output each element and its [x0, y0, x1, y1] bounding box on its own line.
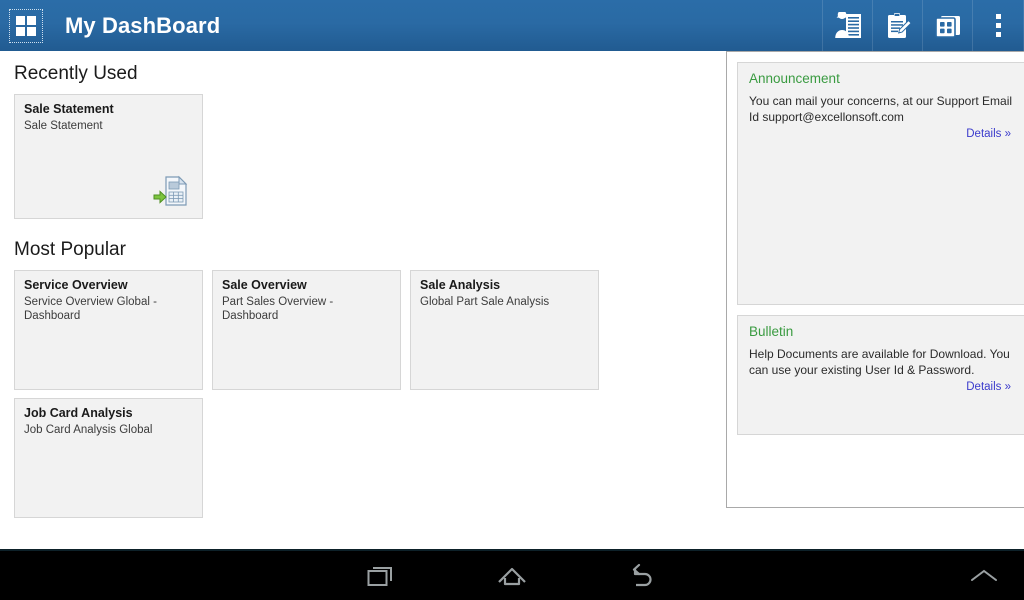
panel-title: Announcement	[749, 71, 840, 86]
main-column: Recently Used Sale Statement Sale Statem…	[0, 51, 726, 549]
most-popular-card[interactable]: Service Overview Service Overview Global…	[14, 270, 203, 390]
card-subtitle: Service Overview Global - Dashboard	[24, 296, 157, 322]
card-title: Sale Analysis	[420, 278, 501, 292]
most-popular-heading: Most Popular	[14, 239, 126, 260]
announcement-details-link[interactable]: Details »	[966, 128, 1011, 140]
overflow-menu-icon[interactable]	[972, 0, 1024, 51]
recently-used-card[interactable]: Sale Statement Sale Statement	[14, 94, 203, 219]
card-title: Sale Statement	[24, 102, 114, 116]
overflow-dots	[995, 14, 1001, 37]
recents-icon[interactable]	[332, 551, 432, 600]
app-header-left: My DashBoard	[0, 8, 822, 43]
card-title: Job Card Analysis	[24, 406, 133, 420]
most-popular-card[interactable]: Sale Analysis Global Part Sale Analysis	[410, 270, 599, 390]
announcement-panel: Announcement You can mail your concerns,…	[737, 62, 1024, 305]
apps-stack-icon[interactable]	[922, 0, 972, 51]
card-subtitle: Global Part Sale Analysis	[420, 296, 550, 308]
back-icon[interactable]	[592, 551, 692, 600]
app-header-actions	[822, 0, 1024, 51]
app-header-bar: My DashBoard	[0, 0, 1024, 51]
android-navigation-bar	[0, 549, 1024, 600]
bulletin-details-link[interactable]: Details »	[966, 381, 1011, 393]
dashboard-app: My DashBoard Recently Used Sale Statemen…	[0, 0, 1024, 600]
panel-body: Help Documents are available for Downloa…	[749, 347, 1010, 377]
most-popular-card[interactable]: Job Card Analysis Job Card Analysis Glob…	[14, 398, 203, 518]
card-title: Sale Overview	[222, 278, 307, 292]
recently-used-heading: Recently Used	[14, 63, 138, 84]
home-icon[interactable]	[462, 551, 562, 600]
sidebar-panel-container: Announcement You can mail your concerns,…	[726, 51, 1024, 508]
contact-card-icon[interactable]	[822, 0, 872, 51]
expand-chevron-icon[interactable]	[944, 551, 1024, 600]
bulletin-panel: Bulletin Help Documents are available fo…	[737, 315, 1024, 435]
card-title: Service Overview	[24, 278, 128, 292]
card-subtitle: Sale Statement	[24, 120, 103, 132]
card-subtitle: Part Sales Overview - Dashboard	[222, 296, 334, 322]
clipboard-edit-icon[interactable]	[872, 0, 922, 51]
document-import-icon	[153, 175, 189, 207]
panel-body: You can mail your concerns, at our Suppo…	[749, 94, 1013, 124]
panel-title: Bulletin	[749, 324, 794, 339]
content-area: Recently Used Sale Statement Sale Statem…	[0, 51, 1024, 549]
apps-grid-icon[interactable]	[9, 8, 43, 43]
card-subtitle: Job Card Analysis Global	[24, 424, 153, 436]
most-popular-card[interactable]: Sale Overview Part Sales Overview - Dash…	[212, 270, 401, 390]
apps-grid-glyph	[16, 15, 36, 36]
page-title: My DashBoard	[65, 12, 221, 38]
